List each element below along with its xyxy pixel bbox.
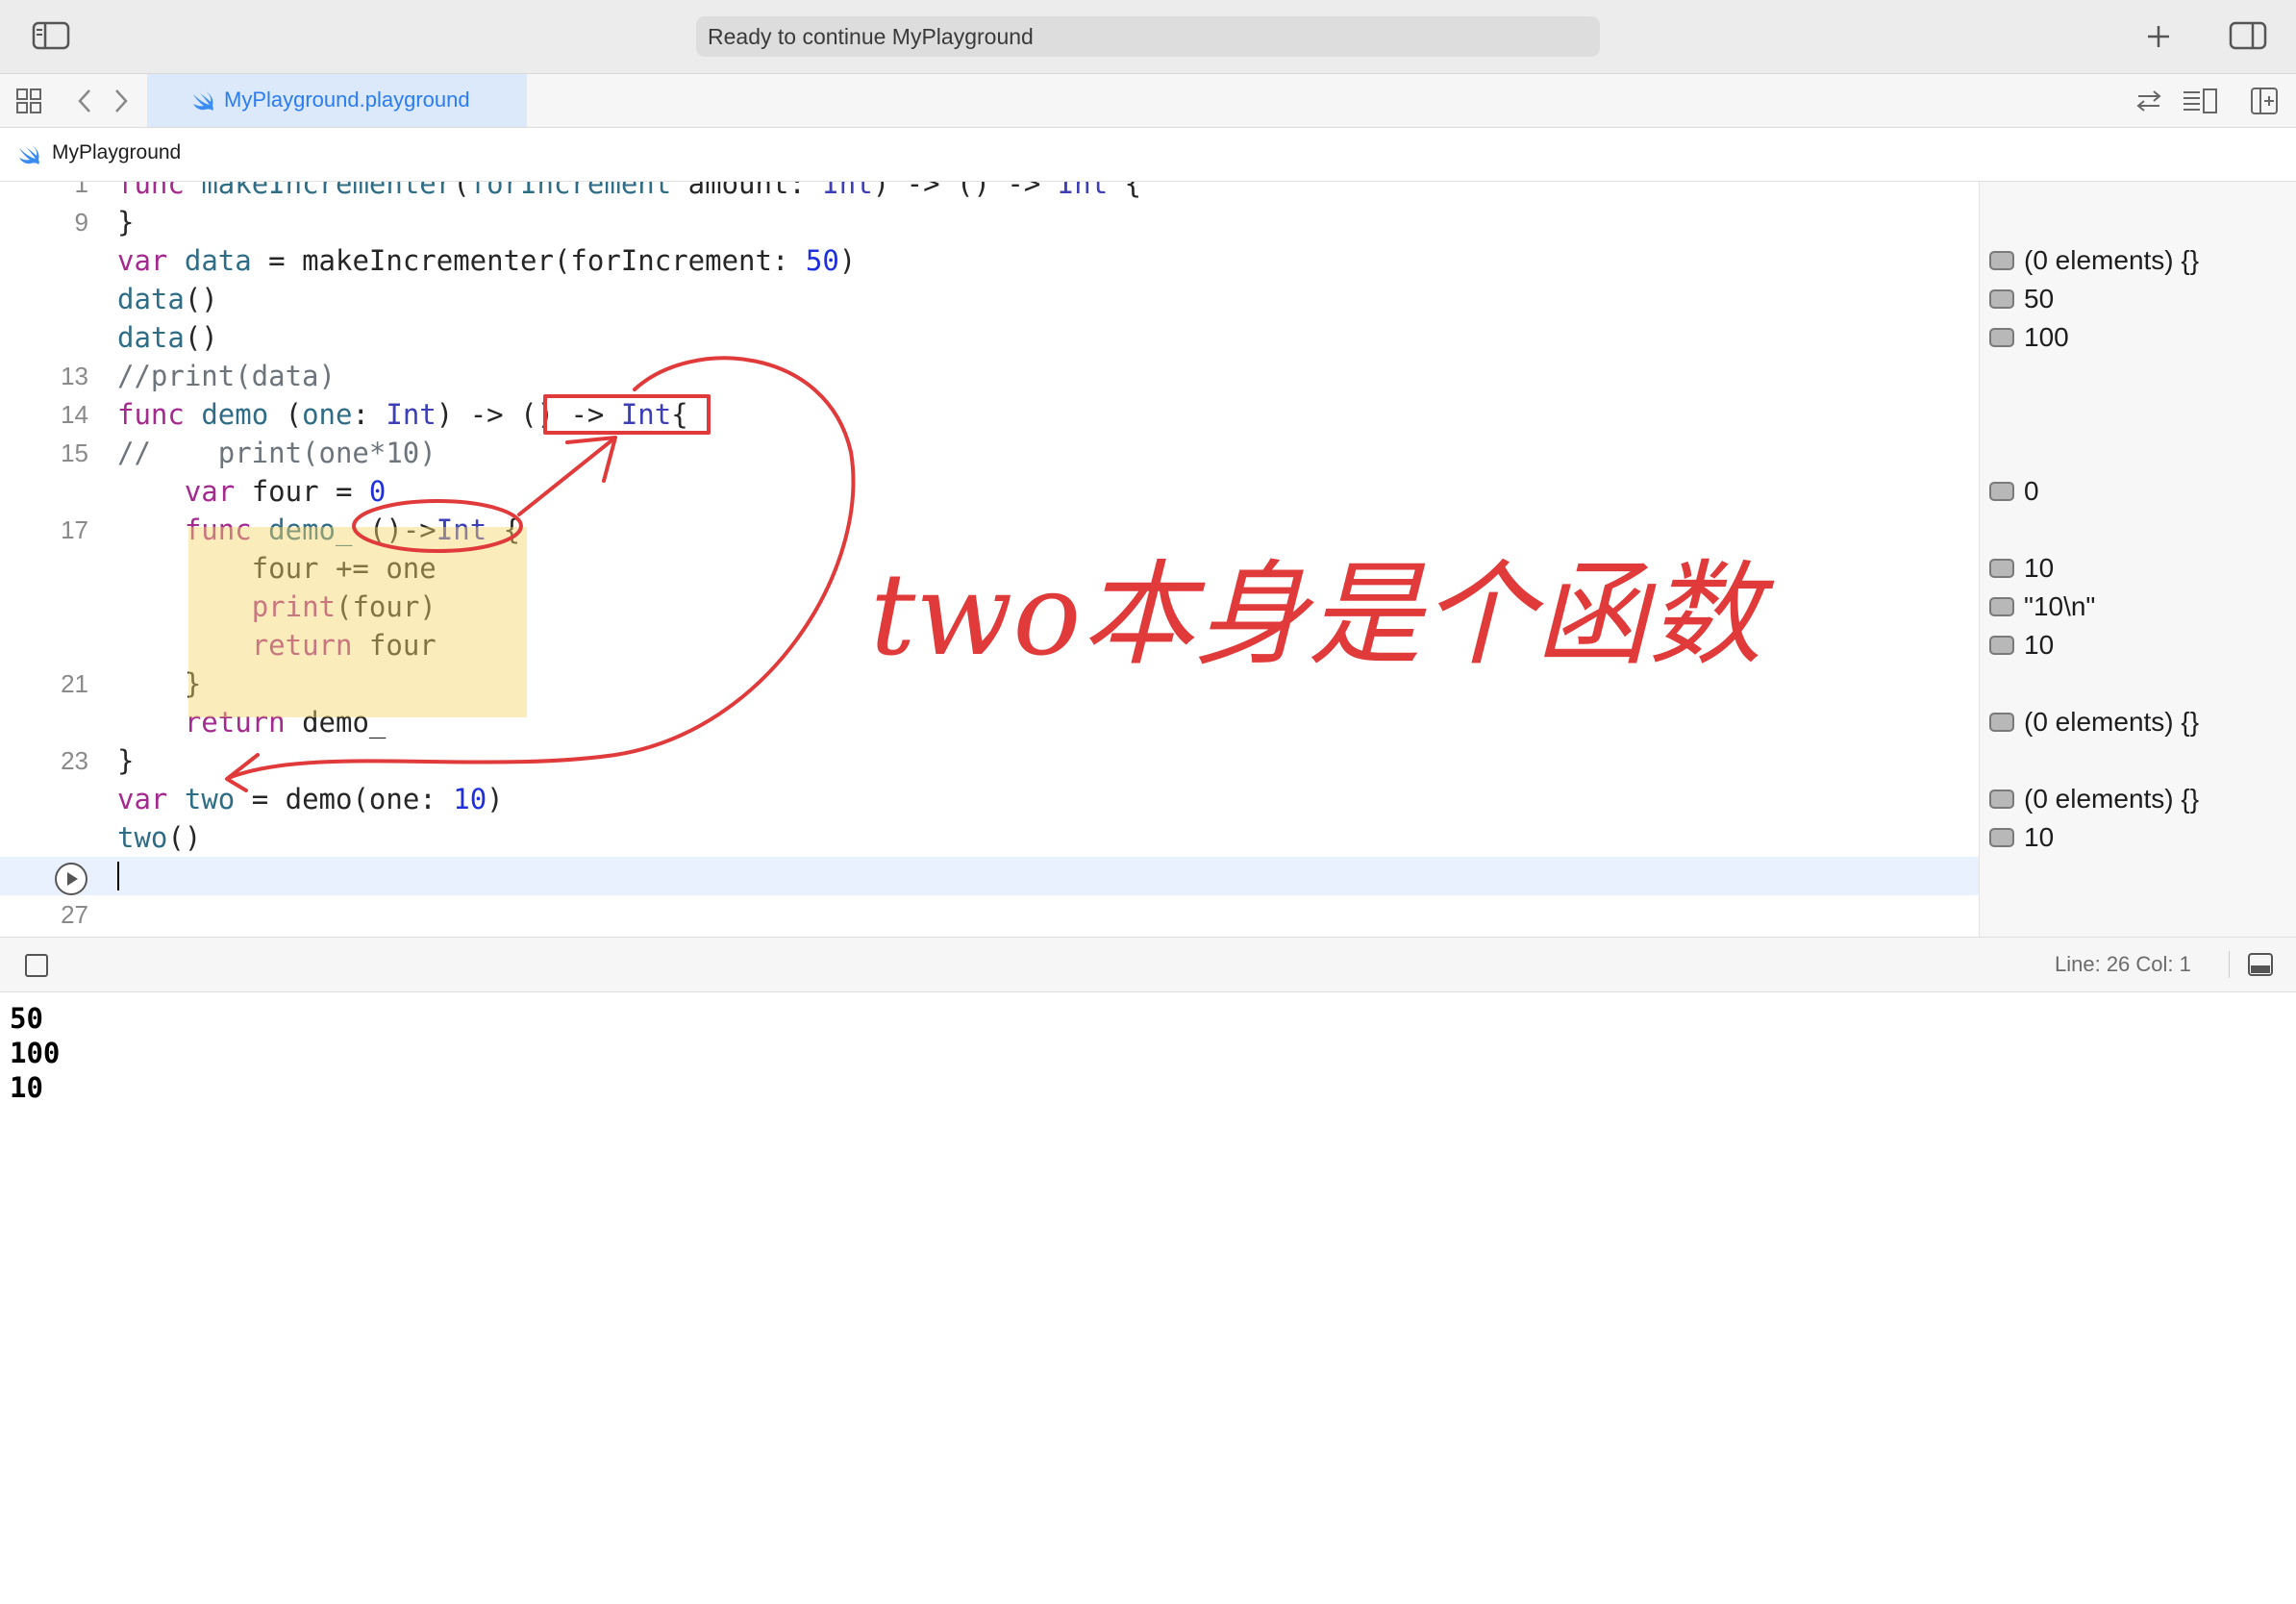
sidebar-toggle-icon[interactable] [32,21,70,50]
console-line: 10 [10,1071,43,1104]
line-number [0,318,88,357]
result-row: (0 elements) {} [1989,703,2199,741]
tab-label[interactable]: MyPlayground.playground [224,88,470,113]
line-number [0,588,88,626]
results-sidebar: (0 elements) {} 50 100 0 10 "10\n" 10 (0 elemen… [1979,182,2296,937]
code-line[interactable]: var two = demo(one: 10) [117,780,504,818]
title-bar: Ready to continue MyPlayground [0,0,2296,74]
result-value: 10 [2024,553,2055,583]
divider [2229,951,2230,978]
code-editor[interactable]: 1 func makeIncrementer(forIncrement amoun… [0,182,1979,937]
code-line[interactable]: data() [117,318,218,357]
result-row: 0 [1989,472,2039,511]
code-line[interactable]: } [117,741,134,780]
result-row: (0 elements) {} [1989,780,2199,818]
console-line: 100 [10,1037,61,1069]
result-value: (0 elements) {} [2024,245,2200,275]
line-number: 27 [61,900,88,929]
line-number: 1 [74,182,88,198]
code-line[interactable]: var four = 0 [117,472,387,511]
line-number [0,626,88,664]
breadcrumb-item[interactable]: MyPlayground [52,141,181,164]
code-line[interactable]: var data = makeIncrementer(forIncrement:… [117,241,856,280]
quick-look-icon[interactable] [1989,828,2014,847]
console-line: 50 [10,1002,43,1035]
current-line-highlight [0,857,1979,895]
cursor-position: Line: 26 Col: 1 [2055,952,2191,976]
result-row: 100 [1989,318,2069,357]
quick-look-icon[interactable] [1989,559,2014,578]
result-row: 10 [1989,549,2054,588]
console-toggle-icon[interactable] [2247,952,2274,977]
result-value: 10 [2024,630,2055,660]
editor-options-icon[interactable] [2181,88,2219,114]
activity-status: Ready to continue MyPlayground [696,16,1600,57]
line-number: 21 [61,669,88,698]
result-value: 0 [2024,476,2039,506]
code-line[interactable]: four += one [117,549,437,588]
text-cursor [117,862,119,890]
tab-bar: MyPlayground.playground [0,74,2296,128]
code-line[interactable]: func demo (one: Int) -> () -> Int{ [117,395,688,434]
quick-look-icon[interactable] [1989,251,2014,270]
swift-icon [193,91,213,111]
result-value: 100 [2024,322,2069,352]
result-row: 50 [1989,280,2054,318]
code-line[interactable]: print(four) [117,588,437,626]
quick-look-icon[interactable] [1989,789,2014,809]
forward-icon[interactable] [112,88,131,114]
result-row: 10 [1989,818,2054,857]
code-line[interactable]: data() [117,280,218,318]
line-number: 14 [61,400,88,429]
grid-icon[interactable] [15,88,42,114]
code-line[interactable]: } [117,203,134,241]
swap-arrows-icon[interactable] [2134,88,2163,113]
code-line[interactable]: // print(one*10) [117,434,437,472]
line-number [0,241,88,280]
line-number [0,818,88,857]
quick-look-icon[interactable] [1989,289,2014,309]
code-line[interactable]: func demo_ ()->Int { [117,511,520,549]
result-value: 50 [2024,284,2055,313]
result-row: "10\n" [1989,588,2095,626]
code-line[interactable]: two() [117,818,201,857]
line-number [0,472,88,511]
result-row: (0 elements) {} [1989,241,2199,280]
result-value: (0 elements) {} [2024,784,2200,814]
breadcrumb: MyPlayground [0,128,2296,182]
line-number: 15 [61,439,88,467]
quick-look-icon[interactable] [1989,597,2014,616]
line-number: 13 [61,362,88,390]
add-icon[interactable] [2145,23,2172,50]
result-value: "10\n" [2024,591,2096,621]
code-line[interactable]: //print(data) [117,357,336,395]
line-number [0,280,88,318]
code-line[interactable]: } [117,664,201,703]
quick-look-icon[interactable] [1989,328,2014,347]
run-button-icon[interactable] [54,862,88,896]
console-output: 50 100 10 [0,992,2296,1604]
debug-bar: Line: 26 Col: 1 [0,937,2296,992]
quick-look-icon[interactable] [1989,713,2014,732]
line-number [0,549,88,588]
result-value: 10 [2024,822,2055,852]
line-number: 17 [61,515,88,544]
line-number [0,703,88,741]
back-icon[interactable] [75,88,94,114]
hide-console-icon[interactable] [24,953,49,978]
quick-look-icon[interactable] [1989,482,2014,501]
result-value: (0 elements) {} [2024,707,2200,737]
line-number [0,780,88,818]
line-number: 9 [74,208,88,237]
code-line[interactable]: func makeIncrementer(forIncrement amount… [117,182,1141,203]
code-line[interactable]: return four [117,626,437,664]
quick-look-icon[interactable] [1989,636,2014,655]
line-number: 23 [61,746,88,775]
code-line[interactable]: return demo_ [117,703,387,741]
inspector-toggle-icon[interactable] [2229,21,2267,50]
swift-icon [19,145,39,164]
result-row: 10 [1989,626,2054,664]
add-editor-icon[interactable] [2250,87,2279,115]
